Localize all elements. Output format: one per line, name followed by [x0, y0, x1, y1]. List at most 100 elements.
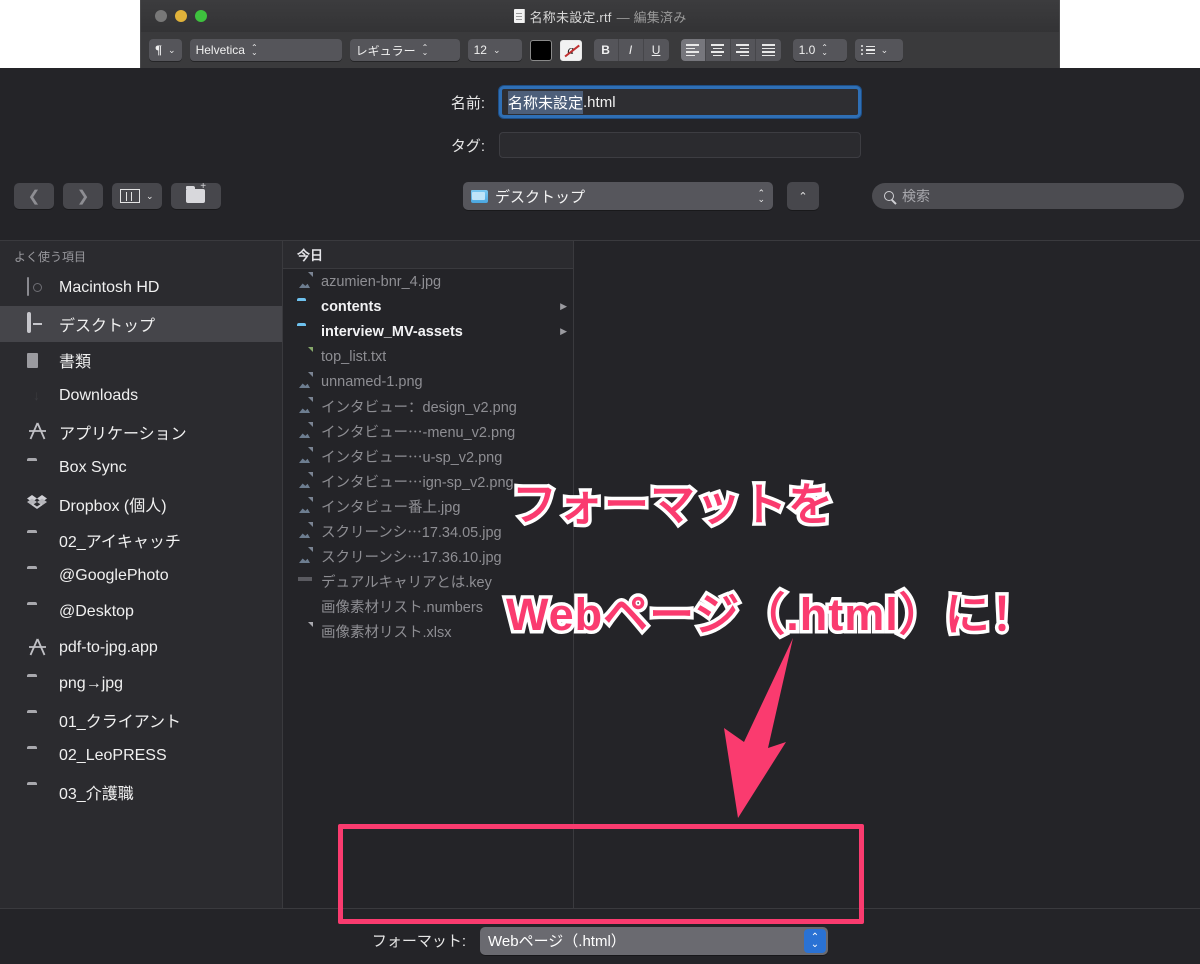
- sidebar-item-label: Box Sync: [59, 459, 127, 476]
- paragraph-style-button[interactable]: ¶ ⌄: [149, 39, 182, 61]
- file-list-item[interactable]: インタビュー：design_v2.png: [283, 394, 573, 419]
- sidebar-item[interactable]: png→jpg: [0, 666, 282, 702]
- align-center-button[interactable]: [705, 39, 731, 61]
- underline-label: U: [651, 43, 661, 57]
- disclosure-arrow-icon[interactable]: ▶: [560, 301, 567, 312]
- file-list-item[interactable]: インタビュー⋯ign-sp_v2.png: [283, 469, 573, 494]
- textedit-titlebar: 名称未設定.rtf — 編集済み: [141, 0, 1059, 32]
- hard-disk-icon-glyph: [27, 277, 29, 296]
- blue-folder-icon: [471, 189, 488, 203]
- list-style-select[interactable]: ⌄: [854, 39, 903, 61]
- file-list-item[interactable]: スクリーンシ⋯17.34.05.jpg: [283, 519, 573, 544]
- file-list-item[interactable]: デュアルキャリアとは.key: [283, 569, 573, 594]
- sidebar-item[interactable]: 書類: [0, 342, 282, 378]
- alignment-group[interactable]: [680, 39, 781, 61]
- format-label: フォーマット:: [371, 933, 466, 950]
- applications-icon: [27, 422, 49, 442]
- file-list-item[interactable]: インタビュー⋯u-sp_v2.png: [283, 444, 573, 469]
- filename-extension: .html: [583, 93, 616, 111]
- paragraph-mark-icon: ¶: [155, 42, 163, 57]
- view-mode-button[interactable]: ⌄: [112, 183, 162, 209]
- back-button[interactable]: ❮: [14, 183, 54, 209]
- hard-disk-icon: [27, 277, 49, 298]
- file-list[interactable]: azumien-bnr_4.jpg contents ▶ interview_MV-a…: [283, 269, 573, 644]
- sidebar-item[interactable]: Downloads: [0, 378, 282, 414]
- documents-icon: [27, 350, 49, 370]
- sidebar-item[interactable]: 02_LeoPRESS: [0, 738, 282, 774]
- forward-button[interactable]: ❯: [63, 183, 103, 209]
- file-list-item[interactable]: azumien-bnr_4.jpg: [283, 269, 573, 294]
- align-justify-button[interactable]: [755, 39, 781, 61]
- file-list-item[interactable]: 画像素材リスト.numbers: [283, 594, 573, 619]
- sidebar-item[interactable]: pdf-to-jpg.app: [0, 630, 282, 666]
- sidebar-item[interactable]: 02_アイキャッチ: [0, 522, 282, 558]
- text-style-group[interactable]: B I U: [593, 39, 669, 61]
- format-select[interactable]: Webページ（.html） ⌃ ⌄: [480, 926, 828, 955]
- tags-input[interactable]: [499, 132, 861, 158]
- align-left-button[interactable]: [680, 39, 706, 61]
- align-right-button[interactable]: [730, 39, 756, 61]
- applications-icon: [27, 638, 49, 658]
- folder-icon: [27, 746, 49, 766]
- file-name: azumien-bnr_4.jpg: [321, 273, 442, 290]
- new-folder-toolbar-button[interactable]: [170, 183, 221, 209]
- location-popup-button[interactable]: デスクトップ ⌃ ⌄: [463, 182, 773, 210]
- sidebar-item[interactable]: 03_介護職: [0, 774, 282, 810]
- italic-button[interactable]: I: [618, 39, 644, 61]
- blue-folder-icon: [297, 322, 313, 341]
- font-style-select[interactable]: レギュラー ⌃ ⌄: [349, 39, 460, 61]
- sidebar-item[interactable]: Dropbox (個人): [0, 486, 282, 522]
- sidebar-item-list[interactable]: Macintosh HD デスクトップ 書類 Downloads アプリケーション Box…: [0, 270, 282, 810]
- image-file-icon: [297, 522, 313, 541]
- file-list-column[interactable]: 今日 azumien-bnr_4.jpg contents ▶ interview_M…: [283, 241, 574, 908]
- sidebar-item-label: デスクトップ: [59, 318, 156, 335]
- downloads-icon: [27, 386, 49, 406]
- sidebar-item-label: 01_クライアント: [59, 714, 182, 731]
- sidebar-item[interactable]: デスクトップ: [0, 306, 282, 342]
- sidebar-item[interactable]: Macintosh HD: [0, 270, 282, 306]
- expand-collapse-button[interactable]: ⌃: [787, 182, 819, 210]
- file-list-item[interactable]: スクリーンシ⋯17.36.10.jpg: [283, 544, 573, 569]
- file-list-item[interactable]: インタビュー⋯-menu_v2.png: [283, 419, 573, 444]
- up-down-stepper-icon: ⌃ ⌄: [421, 43, 429, 57]
- image-file-icon: [297, 397, 313, 416]
- search-field[interactable]: 検索: [872, 183, 1184, 209]
- sidebar-item[interactable]: @GooglePhoto: [0, 558, 282, 594]
- desktop-background-right: [1060, 0, 1200, 68]
- bold-button[interactable]: B: [593, 39, 619, 61]
- file-list-item[interactable]: 画像素材リスト.xlsx: [283, 619, 573, 644]
- text-color-swatch[interactable]: [529, 39, 552, 61]
- background-color-icon[interactable]: a: [559, 39, 582, 61]
- blue-folder-icon: [297, 297, 313, 316]
- file-name: インタビュー番上.jpg: [321, 500, 461, 516]
- sidebar-item[interactable]: Box Sync: [0, 450, 282, 486]
- sidebar-section-header: よく使う項目: [14, 250, 87, 264]
- line-spacing-select[interactable]: 1.0 ⌃ ⌄: [792, 39, 847, 61]
- name-fields: 名前: 名称未設定 .html タグ:: [0, 68, 1200, 158]
- folder-icon: [27, 602, 49, 622]
- disclosure-arrow-icon[interactable]: ▶: [560, 326, 567, 337]
- sidebar-item[interactable]: @Desktop: [0, 594, 282, 630]
- file-list-item[interactable]: top_list.txt: [283, 344, 573, 369]
- filename-input[interactable]: 名称未設定 .html: [499, 86, 861, 118]
- file-list-item[interactable]: interview_MV-assets ▶: [283, 319, 573, 344]
- underline-button[interactable]: U: [643, 39, 669, 61]
- sidebar-item[interactable]: アプリケーション: [0, 414, 282, 450]
- search-placeholder: 検索: [902, 188, 930, 204]
- file-list-item[interactable]: unnamed-1.png: [283, 369, 573, 394]
- chevron-down-icon: ⌄: [492, 44, 501, 55]
- file-browser-toolbar: ❮ ❯ ⌄ デスクトップ ⌃⌄ ⌃ 検索: [0, 172, 1200, 220]
- filename-row: 名前: 名称未設定 .html: [0, 86, 1200, 118]
- up-down-stepper-icon[interactable]: ⌃ ⌄: [804, 928, 826, 953]
- sidebar-item-label: 書類: [59, 354, 92, 371]
- sidebar-item-label: アプリケーション: [59, 426, 187, 443]
- sidebar-item-label: 03_介護職: [59, 786, 134, 803]
- sidebar[interactable]: よく使う項目 Macintosh HD デスクトップ 書類 Downloads アプリケ…: [0, 241, 283, 908]
- sidebar-item[interactable]: 01_クライアント: [0, 702, 282, 738]
- file-list-item[interactable]: contents ▶: [283, 294, 573, 319]
- font-family-select[interactable]: Helvetica ⌃ ⌄: [189, 39, 342, 61]
- file-list-item[interactable]: インタビュー番上.jpg: [283, 494, 573, 519]
- column-view-icon: [120, 189, 140, 203]
- sidebar-item-label: png→jpg: [59, 675, 124, 692]
- font-size-select[interactable]: 12 ⌄: [467, 39, 522, 61]
